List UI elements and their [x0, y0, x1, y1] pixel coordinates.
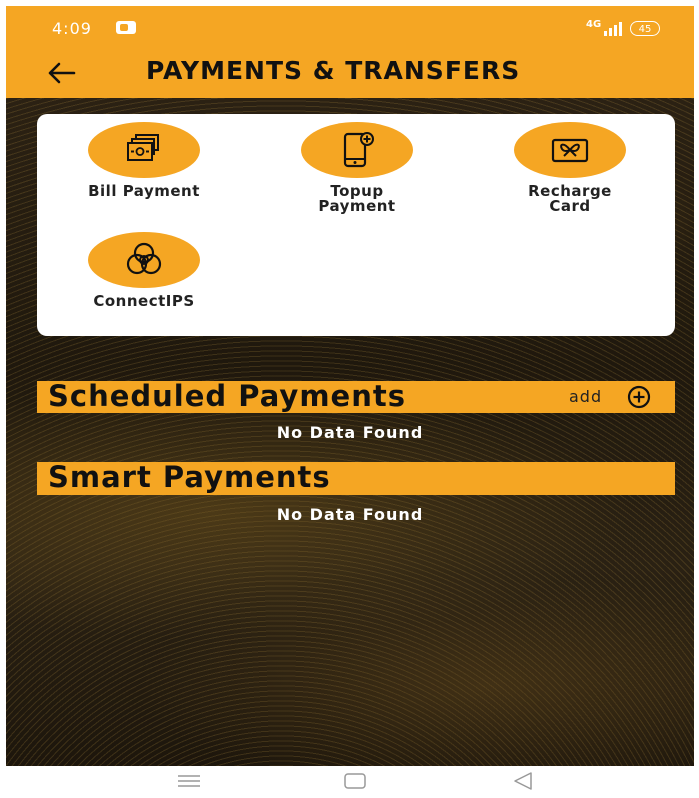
service-recharge-card[interactable]: Recharge Card: [490, 122, 650, 214]
network-type: 4G: [586, 19, 602, 30]
recharge-card-icon: [551, 138, 589, 163]
main-content: Bill Payment Topup Payment Recharge Card…: [6, 98, 694, 766]
battery-level: 45: [630, 21, 660, 36]
scheduled-empty-text: No Data Found: [276, 423, 424, 442]
connectips-icon: [126, 242, 162, 275]
scheduled-payments-title: Scheduled Payments: [48, 379, 406, 413]
app-screen: 4:09 4G 45 PAYMENTS & TRANSFERS Bill Pay…: [6, 6, 694, 766]
smart-payments-title: Smart Payments: [48, 460, 331, 494]
bill-payment-icon: [127, 134, 159, 161]
back-nav-icon[interactable]: [510, 770, 536, 792]
service-label: Topup Payment: [318, 182, 396, 215]
scheduled-payments-header: Scheduled Payments add: [37, 379, 675, 413]
signal-icon: [604, 22, 624, 36]
status-time: 4:09: [52, 19, 92, 38]
topup-payment-button[interactable]: [301, 122, 413, 178]
system-nav-bar: [0, 766, 699, 798]
smart-empty-text: No Data Found: [276, 505, 424, 524]
services-card: Bill Payment Topup Payment Recharge Card…: [37, 114, 675, 336]
mobile-topup-icon: [343, 132, 374, 168]
back-arrow-icon[interactable]: [44, 56, 78, 90]
add-label[interactable]: add: [569, 387, 602, 406]
menu-icon[interactable]: [176, 770, 202, 792]
page-title: PAYMENTS & TRANSFERS: [146, 56, 521, 85]
notification-icon: [116, 21, 136, 34]
recharge-card-button[interactable]: [514, 122, 626, 178]
service-label: Bill Payment: [88, 182, 200, 200]
bill-payment-button[interactable]: [88, 122, 200, 178]
service-bill-payment[interactable]: Bill Payment: [64, 122, 224, 199]
service-connectips[interactable]: ConnectIPS: [64, 232, 224, 309]
service-label: Recharge Card: [528, 182, 612, 215]
smart-payments-header: Smart Payments: [37, 460, 675, 495]
app-bar: PAYMENTS & TRANSFERS: [6, 50, 694, 98]
home-icon[interactable]: [342, 770, 368, 792]
service-topup-payment[interactable]: Topup Payment: [277, 122, 437, 214]
add-circle-icon[interactable]: [627, 385, 651, 409]
service-label: ConnectIPS: [93, 292, 195, 310]
connectips-button[interactable]: [88, 232, 200, 288]
status-bar: 4:09 4G 45: [6, 6, 694, 50]
